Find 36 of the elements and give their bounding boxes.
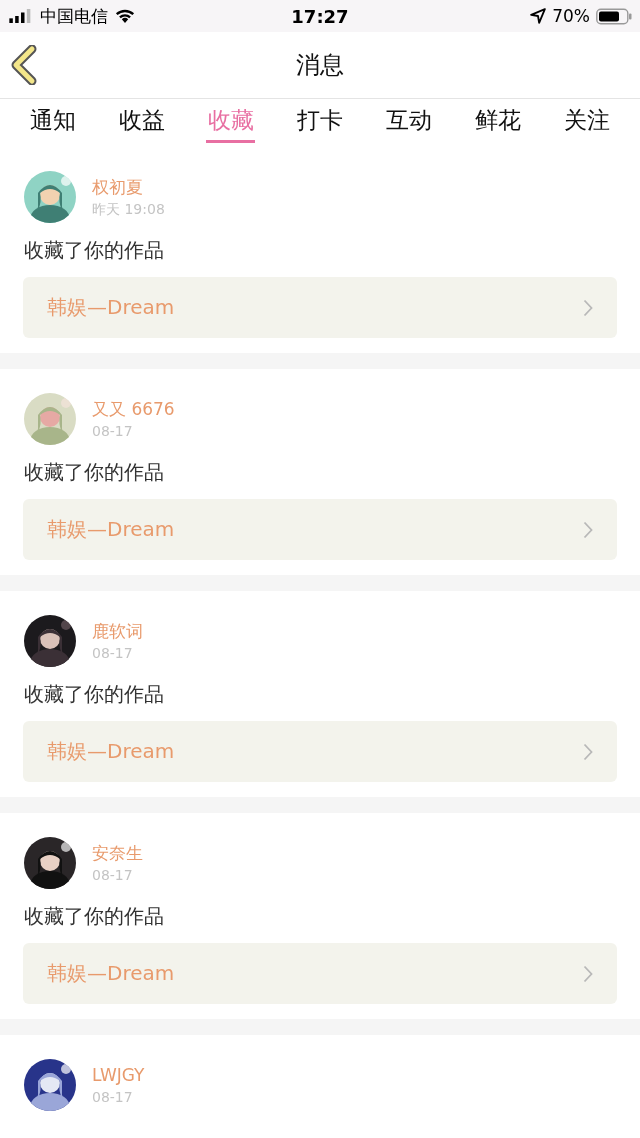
chevron-icon (583, 964, 593, 983)
chevron-icon (583, 298, 593, 317)
message-text: 收藏了你的作品 (23, 459, 165, 485)
battery-icon (596, 7, 632, 25)
location-arrow-icon (530, 8, 547, 24)
carrier-name: 中国电信 (40, 4, 108, 28)
clock-time: 17:27 (291, 5, 349, 27)
chevron-icon (583, 742, 593, 761)
user-name[interactable]: 权初夏 (92, 175, 165, 199)
message-time: 08-17 (92, 1088, 134, 1107)
tab[interactable]: 收益 (117, 99, 167, 143)
work-link[interactable]: 韩娱—Dream (23, 277, 617, 338)
message-time: 08-17 (92, 866, 134, 885)
battery-percent: 70% (552, 6, 590, 26)
tab[interactable]: 关注 (562, 99, 612, 143)
message-text: 收藏了你的作品 (23, 237, 165, 263)
user-name[interactable]: 又又 6676 (92, 397, 175, 421)
page-title: 消息 (296, 50, 344, 81)
message-text: 收藏了你的作品 (23, 903, 165, 929)
tab[interactable]: 鲜花 (473, 99, 523, 143)
tab[interactable]: 通知 (28, 99, 78, 143)
message-time: 08-17 (92, 422, 134, 441)
user-name[interactable]: 安奈生 (92, 841, 143, 865)
wifi-icon (114, 8, 136, 24)
message-time: 08-17 (92, 644, 134, 663)
work-link[interactable]: 韩娱—Dream (23, 943, 617, 1004)
tab[interactable]: 互动 (384, 99, 434, 143)
user-name[interactable]: 鹿软词 (92, 619, 143, 643)
tab[interactable]: 收藏 (206, 99, 256, 143)
work-link[interactable]: 韩娱—Dream (23, 721, 617, 782)
user-name[interactable]: LWJGY (92, 1063, 145, 1087)
message-time: 昨天 19:08 (92, 200, 165, 219)
message-text: 收藏了你的作品 (23, 681, 165, 707)
work-link[interactable]: 韩娱—Dream (23, 499, 617, 560)
tab[interactable]: 打卡 (295, 99, 345, 143)
chevron-icon (583, 520, 593, 539)
